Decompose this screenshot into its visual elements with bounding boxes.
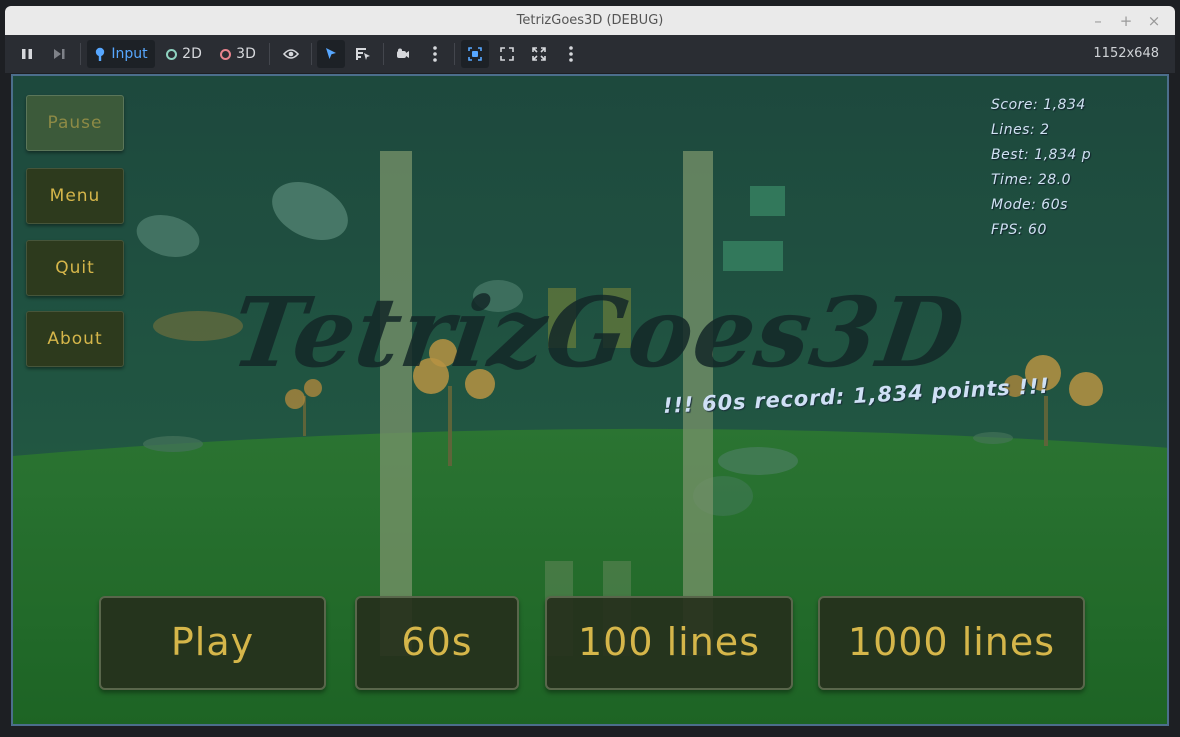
circle-3d-icon (220, 48, 232, 60)
window-title: TetrizGoes3D (DEBUG) (516, 13, 664, 28)
maximize-button[interactable]: + (1116, 11, 1136, 31)
toggle-2d-button[interactable]: 2D (161, 40, 207, 68)
fps-readout: FPS: 60 (991, 222, 1047, 238)
joystick-icon (96, 47, 105, 61)
more-vertical-icon (433, 46, 437, 62)
label-3d: 3D (236, 46, 256, 62)
window-title-bar: TetrizGoes3D (DEBUG) – + × (5, 6, 1175, 35)
stats-panel: Score: 1,834 Lines: 2 Best: 1,834 p Time… (991, 93, 1091, 243)
keep-aspect-button[interactable] (493, 40, 521, 68)
step-forward-icon (54, 49, 65, 59)
visibility-button[interactable] (277, 40, 305, 68)
pause-game-button[interactable] (13, 40, 41, 68)
toolbar-separator (269, 43, 270, 65)
camera-override-button[interactable] (389, 40, 417, 68)
minimize-button[interactable]: – (1088, 11, 1108, 31)
label-2d: 2D (182, 46, 202, 62)
score-readout: Score: 1,834 (991, 97, 1086, 113)
mode-readout: Mode: 60s (991, 197, 1068, 213)
toolbar-separator (311, 43, 312, 65)
resolution-readout: 1152x648 (1093, 46, 1159, 61)
more-vertical-icon (569, 46, 573, 62)
debug-toolbar: Input 2D 3D 1152x648 (5, 35, 1175, 73)
pause-icon (22, 49, 32, 59)
toolbar-separator (454, 43, 455, 65)
select-mode-button[interactable] (317, 40, 345, 68)
fullscreen-corners-icon (500, 47, 514, 61)
mode-100-lines-button[interactable]: 100 lines (545, 596, 793, 690)
time-readout: Time: 28.0 (991, 172, 1072, 188)
best-readout: Best: 1,834 p (991, 147, 1092, 163)
lines-readout: Lines: 2 (991, 122, 1050, 138)
play-button[interactable]: Play (99, 596, 326, 690)
input-toggle-button[interactable]: Input (87, 40, 155, 68)
embed-window-icon (468, 47, 482, 61)
toolbar-separator (383, 43, 384, 65)
expand-arrows-icon (532, 47, 546, 61)
close-button[interactable]: × (1144, 11, 1164, 31)
game-viewport[interactable]: TetrizGoes3D !!! 60s record: 1,834 point… (11, 74, 1169, 726)
mode-1000-lines-button[interactable]: 1000 lines (818, 596, 1085, 690)
toggle-3d-button[interactable]: 3D (215, 40, 261, 68)
circle-2d-icon (166, 48, 178, 60)
cursor-arrow-icon (326, 48, 336, 59)
stretch-button[interactable] (525, 40, 553, 68)
game-logo: TetrizGoes3D (225, 276, 972, 389)
embed-game-button[interactable] (461, 40, 489, 68)
eye-icon (283, 49, 299, 59)
about-button[interactable]: About (26, 311, 124, 367)
quit-button[interactable]: Quit (26, 240, 124, 296)
toolbar-separator (80, 43, 81, 65)
step-frame-button[interactable] (45, 40, 73, 68)
pause-button[interactable]: Pause (26, 95, 124, 151)
list-select-button[interactable] (349, 40, 377, 68)
list-cursor-icon (356, 48, 370, 60)
mode-60s-button[interactable]: 60s (355, 596, 519, 690)
input-label: Input (111, 46, 148, 62)
camera-icon (397, 48, 409, 58)
menu-button[interactable]: Menu (26, 168, 124, 224)
camera-options-button[interactable] (421, 40, 449, 68)
embed-options-button[interactable] (557, 40, 585, 68)
